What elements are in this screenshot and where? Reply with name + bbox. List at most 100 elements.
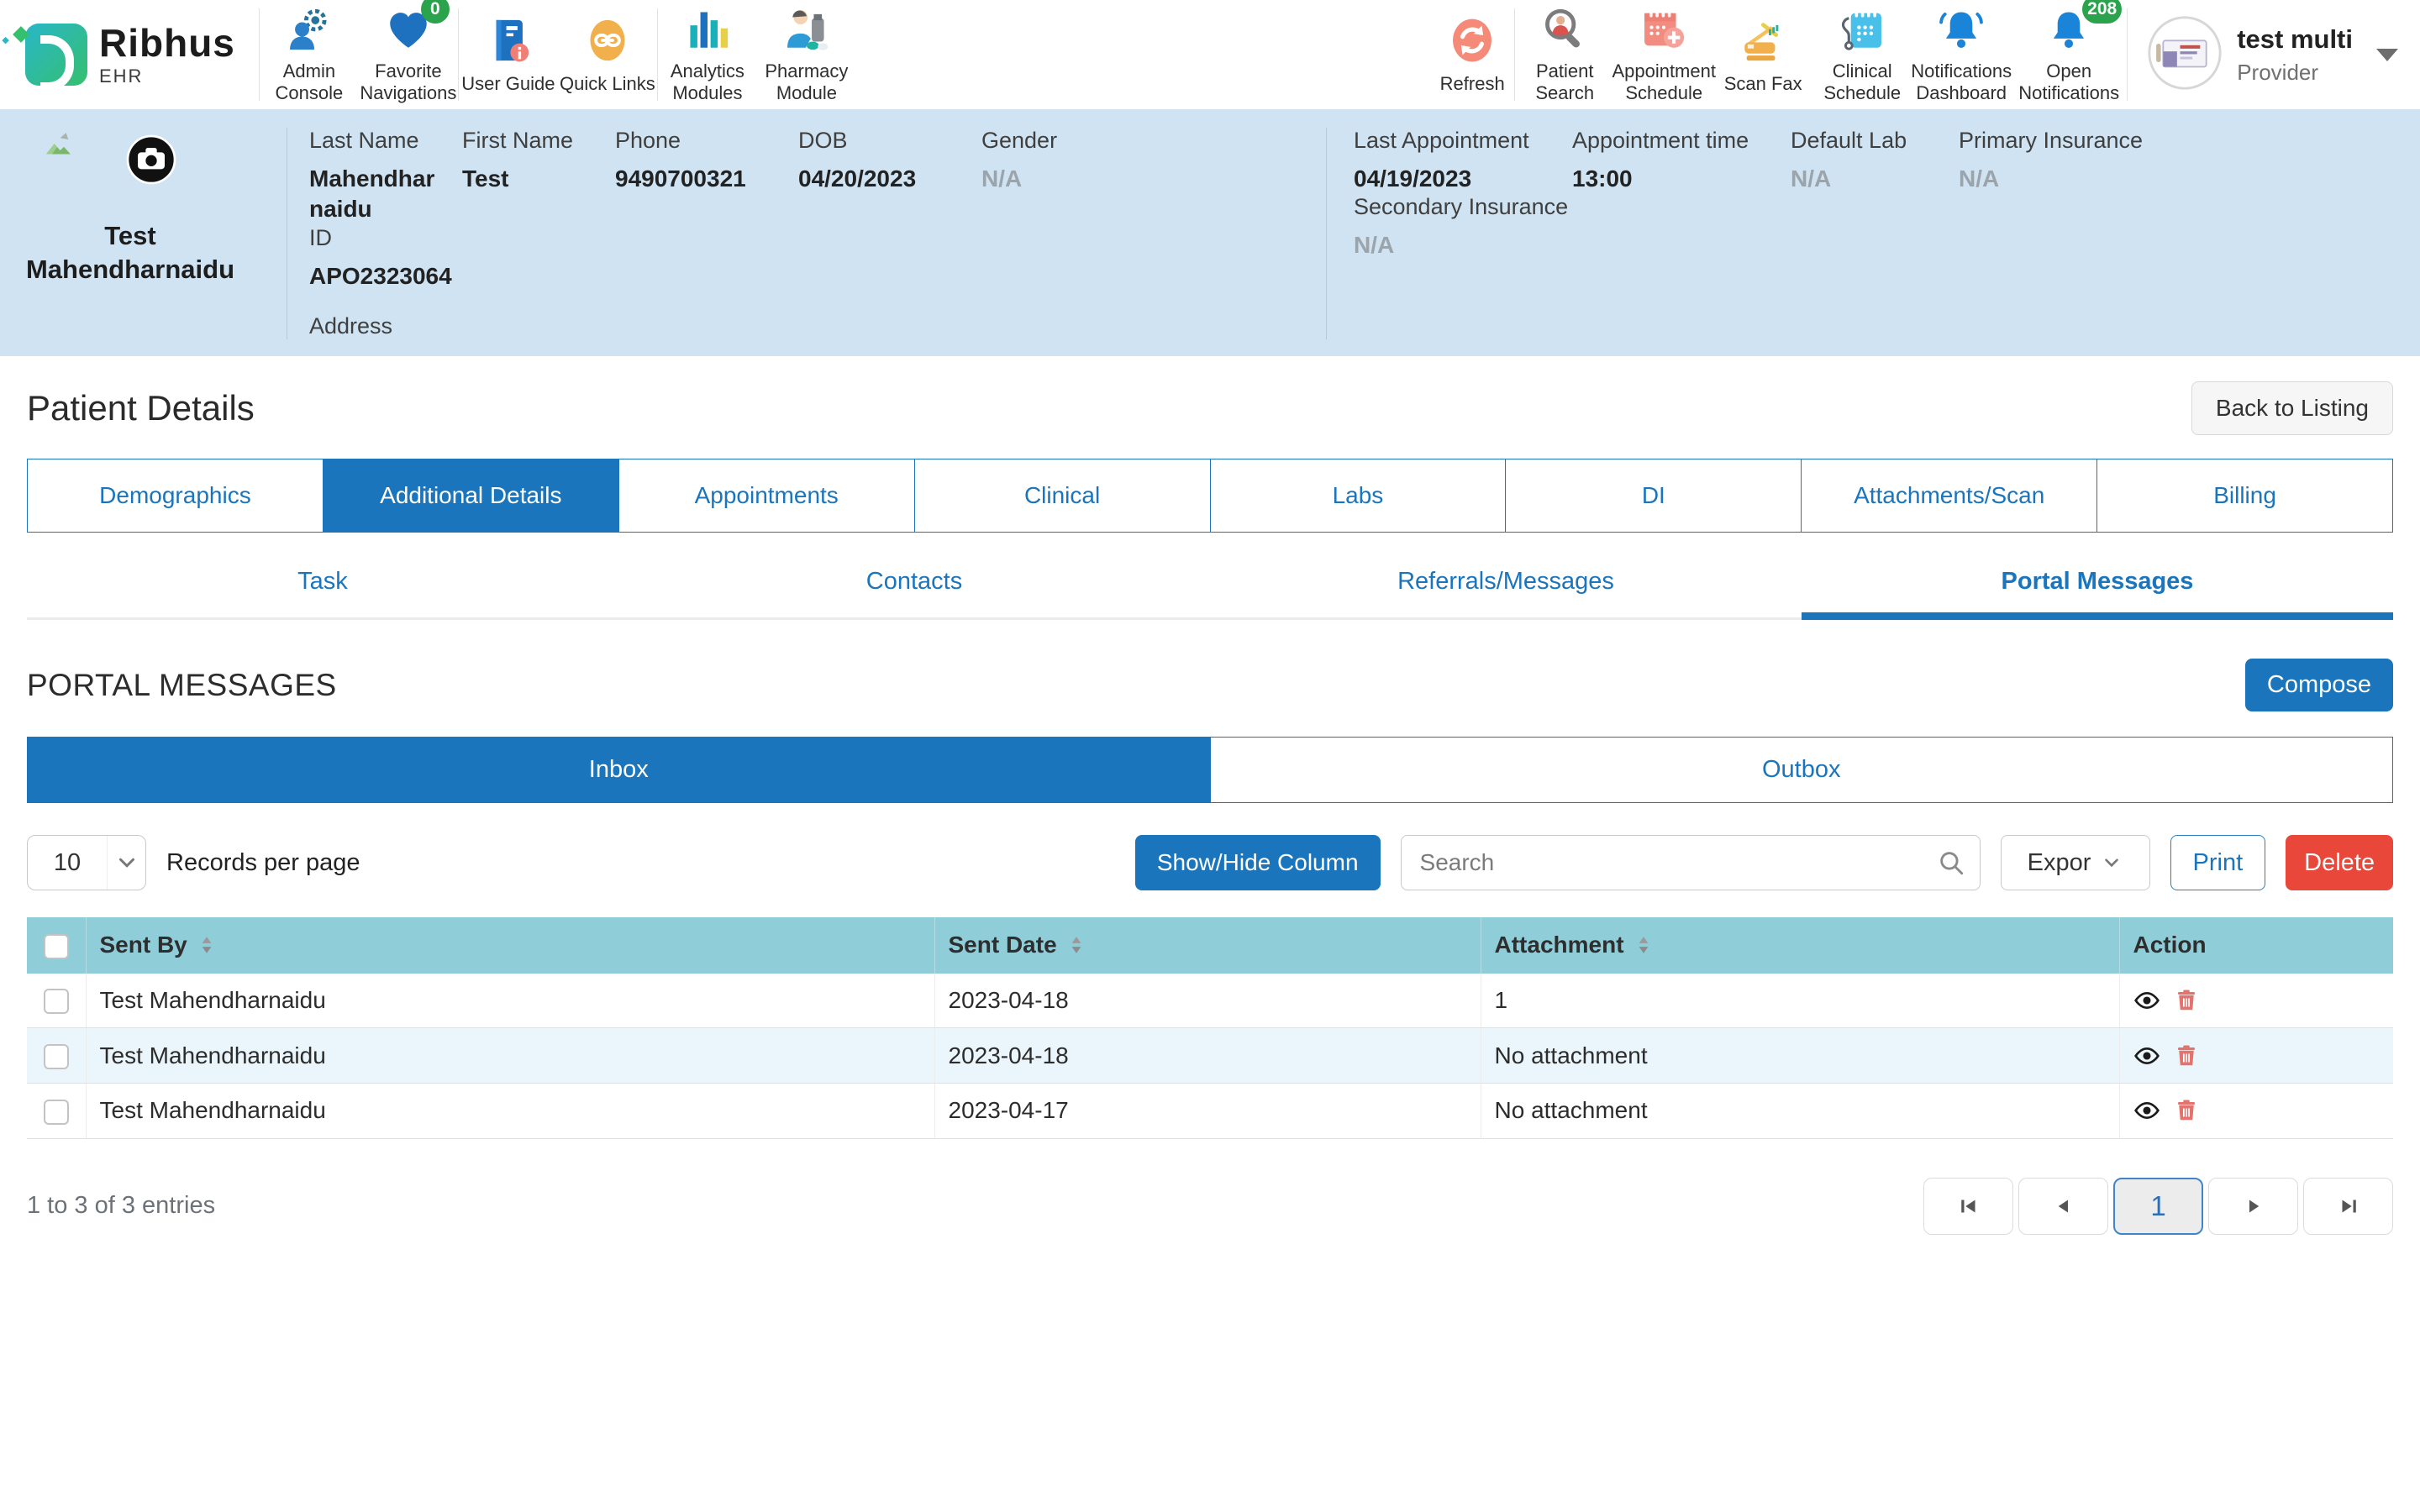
nav-pharmacy-module[interactable]: Pharmacy Module — [757, 0, 856, 109]
nav-user-guide[interactable]: User Guide — [459, 0, 558, 109]
nav-label: Analytics Modules — [660, 60, 755, 104]
pharmacy-icon — [782, 5, 831, 54]
tab-additional-details[interactable]: Additional Details — [324, 459, 619, 532]
nav-label: Appointment Schedule — [1612, 60, 1716, 104]
row-select-cell — [27, 1084, 86, 1139]
patient-fields-left: Last Name Mahendharnaidu First Name Test… — [309, 128, 1326, 339]
nav-admin-console[interactable]: Admin Console — [260, 0, 359, 109]
show-hide-column-button[interactable]: Show/Hide Column — [1135, 835, 1381, 890]
field-appointment-time: Appointment time 13:00 — [1572, 128, 1791, 194]
next-page-button[interactable] — [2208, 1178, 2298, 1235]
search-box — [1401, 835, 1981, 890]
table-row: Test Mahendharnaidu 2023-04-18 1 — [27, 974, 2393, 1028]
row-checkbox[interactable] — [44, 1044, 69, 1069]
title-row: Patient Details Back to Listing — [27, 381, 2393, 435]
cell-attachment: 1 — [1481, 974, 2119, 1028]
column-attachment[interactable]: Attachment — [1481, 917, 2119, 974]
brand-tagline: EHR — [99, 67, 235, 86]
delete-message-trash-icon[interactable] — [2174, 988, 2199, 1013]
scan-fax-icon — [1739, 14, 1787, 66]
first-page-button[interactable] — [1923, 1178, 2013, 1235]
search-input[interactable] — [1401, 835, 1981, 890]
page-title: Patient Details — [27, 388, 255, 428]
nav-open-notifications[interactable]: 208 Open Notifications — [2011, 0, 2127, 109]
patient-identity: Test Mahendharnaidu — [25, 128, 287, 339]
field-label: Primary Insurance — [1959, 128, 2164, 154]
nav-patient-search[interactable]: Patient Search — [1515, 0, 1614, 109]
row-checkbox[interactable] — [44, 989, 69, 1014]
patient-name: Test Mahendharnaidu — [25, 219, 235, 287]
records-per-page-label: Records per page — [166, 849, 360, 877]
nav-clinical-schedule[interactable]: Clinical Schedule — [1812, 0, 1912, 109]
column-sent-by[interactable]: Sent By — [86, 917, 934, 974]
subtab-portal-messages[interactable]: Portal Messages — [1802, 556, 2393, 620]
column-label: Action — [2133, 932, 2207, 958]
delete-message-trash-icon[interactable] — [2174, 1043, 2199, 1068]
app-logo[interactable]: Ribhus EHR — [25, 0, 259, 109]
view-message-eye-icon[interactable] — [2133, 1097, 2160, 1124]
export-label: Expor — [2028, 849, 2091, 877]
row-checkbox[interactable] — [44, 1100, 69, 1125]
delete-button[interactable]: Delete — [2286, 835, 2393, 890]
table-row: Test Mahendharnaidu 2023-04-18 No attach… — [27, 1028, 2393, 1084]
field-label: Phone — [615, 128, 785, 154]
field-phone: Phone 9490700321 — [615, 128, 798, 225]
nav-label: Open Notifications — [2012, 60, 2125, 104]
field-address-label: Address — [309, 313, 1326, 339]
cell-attachment: No attachment — [1481, 1028, 2119, 1084]
tab-billing[interactable]: Billing — [2097, 459, 2392, 532]
nav-group-guides: User Guide Quick Links — [459, 0, 657, 109]
quick-links-icon — [583, 14, 632, 66]
last-page-button[interactable] — [2303, 1178, 2393, 1235]
records-per-page-select[interactable]: 10 — [27, 835, 146, 890]
favorites-heart-icon: 0 — [384, 5, 433, 54]
user-guide-book-icon — [484, 14, 533, 66]
tab-attachments-scan[interactable]: Attachments/Scan — [1802, 459, 2097, 532]
chevron-down-icon — [2376, 49, 2398, 61]
nav-scan-fax[interactable]: Scan Fax — [1713, 0, 1812, 109]
previous-page-button[interactable] — [2018, 1178, 2108, 1235]
favorites-count-badge: 0 — [421, 0, 450, 24]
inbox-tab[interactable]: Inbox — [28, 738, 1210, 802]
nav-notifications-dashboard[interactable]: Notifications Dashboard — [1912, 0, 2011, 109]
subtab-contacts[interactable]: Contacts — [618, 556, 1210, 620]
nav-analytics-modules[interactable]: Analytics Modules — [658, 0, 757, 109]
nav-appointment-schedule[interactable]: Appointment Schedule — [1614, 0, 1713, 109]
back-to-listing-button[interactable]: Back to Listing — [2191, 381, 2393, 435]
column-sent-date[interactable]: Sent Date — [934, 917, 1481, 974]
user-menu[interactable]: test multi Provider — [2128, 0, 2398, 109]
camera-icon[interactable] — [124, 133, 178, 191]
column-action: Action — [2119, 917, 2393, 974]
outbox-tab[interactable]: Outbox — [1210, 738, 2393, 802]
tab-demographics[interactable]: Demographics — [28, 459, 324, 532]
print-button[interactable]: Print — [2170, 835, 2266, 890]
cell-sent-by: Test Mahendharnaidu — [86, 1084, 934, 1139]
tab-labs[interactable]: Labs — [1211, 459, 1507, 532]
appointment-schedule-icon — [1639, 5, 1688, 54]
delete-message-trash-icon[interactable] — [2174, 1098, 2199, 1123]
subtab-task[interactable]: Task — [27, 556, 618, 620]
field-gender: Gender N/A — [981, 128, 1165, 225]
tab-clinical[interactable]: Clinical — [915, 459, 1211, 532]
tab-appointments[interactable]: Appointments — [619, 459, 915, 532]
export-dropdown[interactable]: Expor — [2001, 835, 2150, 890]
portal-messages-header: PORTAL MESSAGES Compose — [27, 659, 2393, 711]
tab-di[interactable]: DI — [1506, 459, 1802, 532]
page-number-button[interactable]: 1 — [2113, 1178, 2203, 1235]
patient-fields: Last Name Mahendharnaidu First Name Test… — [287, 128, 2395, 339]
nav-favorite-navigations[interactable]: 0 Favorite Navigations — [359, 0, 458, 109]
subtab-referrals-messages[interactable]: Referrals/Messages — [1210, 556, 1802, 620]
brand-text: Ribhus EHR — [99, 24, 235, 86]
compose-button[interactable]: Compose — [2245, 659, 2393, 711]
nav-refresh[interactable]: Refresh — [1430, 0, 1514, 109]
view-message-eye-icon[interactable] — [2133, 1042, 2160, 1069]
field-value: 9490700321 — [615, 164, 785, 194]
field-label: Appointment time — [1572, 128, 1777, 154]
select-all-checkbox[interactable] — [44, 934, 69, 959]
patient-search-icon — [1540, 5, 1589, 54]
nav-label: Patient Search — [1517, 60, 1612, 104]
row-select-cell — [27, 974, 86, 1028]
nav-quick-links[interactable]: Quick Links — [558, 0, 657, 109]
table-row: Test Mahendharnaidu 2023-04-17 No attach… — [27, 1084, 2393, 1139]
view-message-eye-icon[interactable] — [2133, 987, 2160, 1014]
